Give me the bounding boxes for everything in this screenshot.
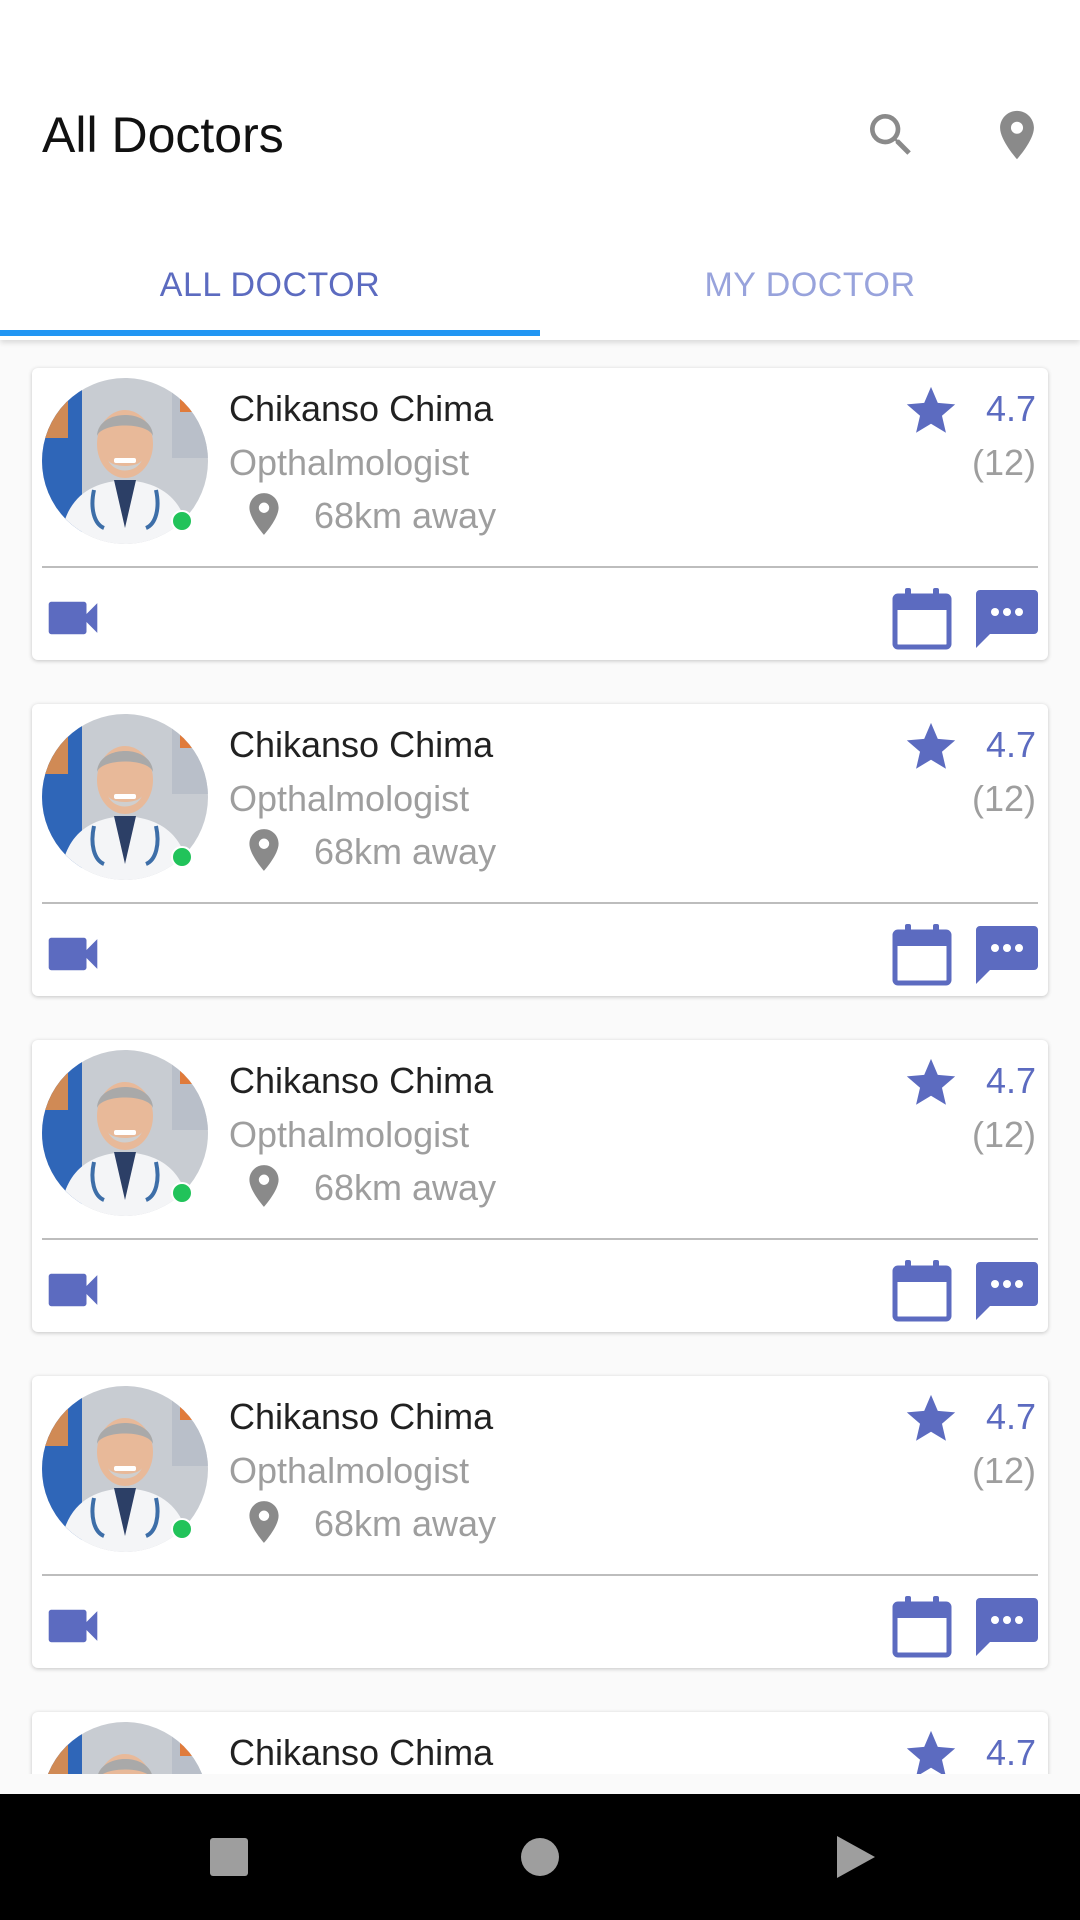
review-count: (12) <box>971 778 1036 819</box>
location-button[interactable] <box>982 100 1052 170</box>
online-status-dot <box>171 1182 193 1204</box>
review-count: (12) <box>971 1114 1036 1155</box>
doctor-rating: 4.7 <box>985 1396 1036 1437</box>
card-divider <box>42 1238 1038 1240</box>
calendar-icon[interactable] <box>892 1596 952 1658</box>
calendar-icon[interactable] <box>892 1260 952 1322</box>
recent-apps-icon <box>210 1838 248 1876</box>
doctor-list[interactable]: Chikanso Chima Opthalmologist 68km away … <box>0 340 1080 1774</box>
review-count: (12) <box>971 1450 1036 1491</box>
doctor-name: Chikanso Chima <box>229 1060 494 1101</box>
tab-all-doctor[interactable]: ALL DOCTOR <box>0 230 540 340</box>
doctor-rating: 4.7 <box>985 1732 1036 1773</box>
doctor-name: Chikanso Chima <box>229 724 494 765</box>
location-pin-icon <box>249 493 279 535</box>
page-title: All Doctors <box>42 107 284 163</box>
location-pin-icon <box>249 1501 279 1543</box>
chat-icon[interactable] <box>976 1262 1038 1320</box>
doctor-name: Chikanso Chima <box>229 1732 494 1773</box>
star-icon <box>906 1730 956 1774</box>
video-call-icon[interactable] <box>46 932 100 976</box>
home-icon <box>521 1838 559 1876</box>
back-icon <box>837 1836 875 1878</box>
calendar-icon[interactable] <box>892 588 952 650</box>
chat-icon[interactable] <box>976 590 1038 648</box>
doctor-distance: 68km away <box>314 1503 497 1544</box>
home-button[interactable] <box>505 1822 575 1892</box>
doctor-rating: 4.7 <box>985 388 1036 429</box>
doctor-distance: 68km away <box>314 1167 497 1208</box>
location-pin-icon <box>249 1165 279 1207</box>
card-divider <box>42 1574 1038 1576</box>
doctor-specialty: Opthalmologist <box>229 1114 470 1155</box>
online-status-dot <box>171 1518 193 1540</box>
back-button[interactable] <box>820 1822 890 1892</box>
review-count: (12) <box>971 442 1036 483</box>
calendar-icon[interactable] <box>892 924 952 986</box>
doctor-name: Chikanso Chima <box>229 388 494 429</box>
chat-icon[interactable] <box>976 1598 1038 1656</box>
doctor-rating: 4.7 <box>985 724 1036 765</box>
tab-indicator <box>0 330 540 336</box>
doctor-distance: 68km away <box>314 831 497 872</box>
card-divider <box>42 566 1038 568</box>
app-bar: All Doctors ALL DOCTOR MY DOCTOR <box>0 0 1080 340</box>
video-call-icon[interactable] <box>46 596 100 640</box>
system-nav-bar <box>0 1794 1080 1920</box>
doctor-distance: 68km away <box>314 495 497 536</box>
card-divider <box>42 902 1038 904</box>
location-pin-icon <box>249 829 279 871</box>
doctor-specialty: Opthalmologist <box>229 1450 470 1491</box>
doctor-card[interactable]: Chikanso Chima Opthalmologist 68km away … <box>32 368 1048 660</box>
video-call-icon[interactable] <box>46 1268 100 1312</box>
chat-icon[interactable] <box>976 926 1038 984</box>
doctor-avatar <box>42 1722 208 1774</box>
search-button[interactable] <box>856 100 926 170</box>
online-status-dot <box>171 510 193 532</box>
doctor-card[interactable]: Chikanso Chima Opthalmologist 68km away … <box>32 1376 1048 1668</box>
tab-bar: ALL DOCTOR MY DOCTOR <box>0 230 1080 340</box>
star-icon <box>906 1394 956 1441</box>
video-call-icon[interactable] <box>46 1604 100 1648</box>
star-icon <box>906 722 956 769</box>
doctor-card[interactable]: Chikanso Chima Opthalmologist 68km away … <box>32 704 1048 996</box>
star-icon <box>906 1058 956 1105</box>
tab-my-doctor[interactable]: MY DOCTOR <box>540 230 1080 340</box>
doctor-name: Chikanso Chima <box>229 1396 494 1437</box>
doctor-card[interactable]: Chikanso Chima Opthalmologist 68km away … <box>32 1712 1048 1774</box>
doctor-specialty: Opthalmologist <box>229 442 470 483</box>
star-icon <box>906 386 956 433</box>
recent-apps-button[interactable] <box>194 1822 264 1892</box>
location-pin-icon <box>1000 110 1034 160</box>
doctor-card[interactable]: Chikanso Chima Opthalmologist 68km away … <box>32 1040 1048 1332</box>
online-status-dot <box>171 846 193 868</box>
doctor-specialty: Opthalmologist <box>229 778 470 819</box>
doctor-rating: 4.7 <box>985 1060 1036 1101</box>
search-icon <box>870 114 911 155</box>
